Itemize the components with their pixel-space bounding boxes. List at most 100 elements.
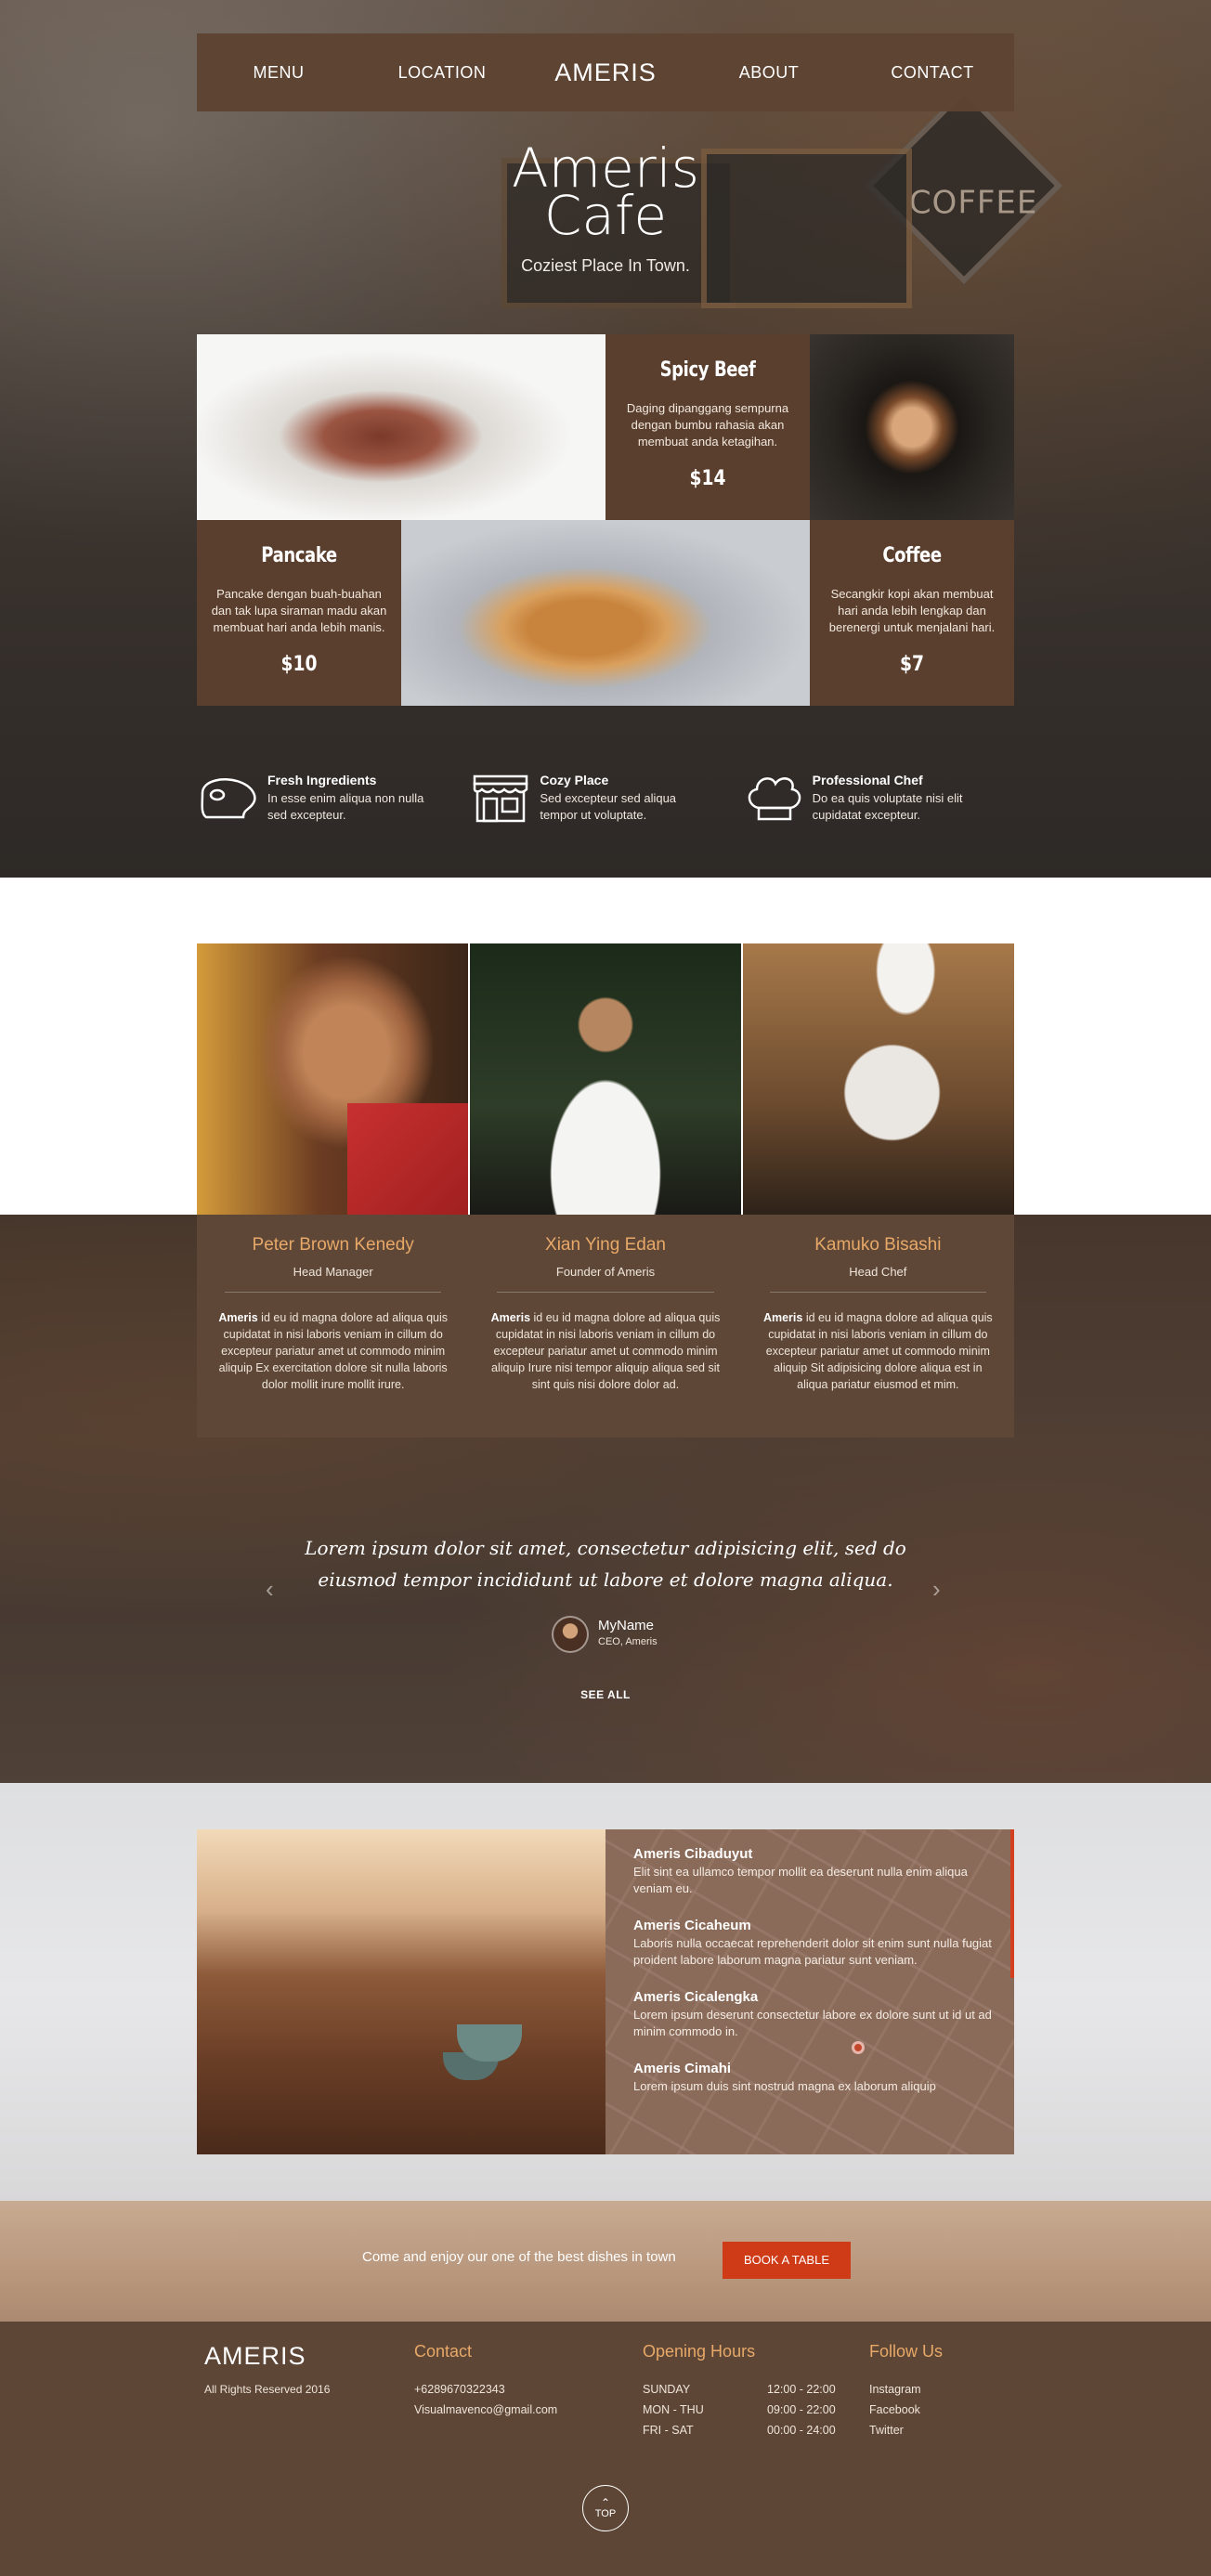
footer: AMERIS All Rights Reserved 2016 Contact … — [0, 2322, 1211, 2576]
footer-hours-title: Opening Hours — [643, 2342, 756, 2361]
features-row: Fresh Ingredients In esse enim aliqua no… — [197, 773, 1014, 825]
member-bio-brand: Ameris — [490, 1311, 531, 1324]
see-all-link[interactable]: SEE ALL — [0, 1688, 1211, 1701]
nav-logo[interactable]: AMERIS — [524, 59, 687, 87]
main-nav: MENU LOCATION AMERIS ABOUT CONTACT — [197, 33, 1014, 111]
shop-icon — [474, 774, 528, 823]
footer-copyright: All Rights Reserved 2016 — [204, 2383, 331, 2396]
menu-card-spicy-beef[interactable]: Spicy Beef Daging dipanggang sempurna de… — [606, 334, 810, 520]
member-name: Peter Brown Kenedy — [252, 1235, 414, 1255]
footer-phone[interactable]: +6289670322343 — [414, 2383, 505, 2396]
menu-item-price: $7 — [899, 653, 925, 676]
menu-card-pancake[interactable]: Pancake Pancake dengan buah-buahan dan t… — [197, 520, 401, 706]
location-item[interactable]: Ameris Cicaheum Laboris nulla occaecat r… — [633, 1918, 996, 1969]
menu-item-name: Coffee — [882, 544, 942, 567]
hours-time: 09:00 - 22:00 — [767, 2403, 836, 2416]
menu-card-coffee[interactable]: Coffee Secangkir kopi akan membuat hari … — [810, 520, 1014, 706]
chevron-up-icon: ⌃ — [600, 2496, 611, 2509]
menu-item-description: Secangkir kopi akan membuat hari anda le… — [828, 587, 996, 634]
location-item[interactable]: Ameris Cimahi Lorem ipsum duis sint nost… — [633, 2061, 996, 2095]
location-text: Elit sint ea ullamco tempor mollit ea de… — [633, 1865, 968, 1895]
feature-cozy-place: Cozy Place Sed excepteur sed aliqua temp… — [469, 773, 741, 825]
team-card: Peter Brown Kenedy Head Manager Ameris i… — [197, 1215, 1014, 1438]
feature-text: Do ea quis voluptate nisi elit cupidatat… — [812, 791, 963, 822]
member-bio: Ameris id eu id magna dolore ad aliqua q… — [486, 1309, 724, 1393]
feature-fresh-ingredients: Fresh Ingredients In esse enim aliqua no… — [197, 773, 469, 825]
footer-logo[interactable]: AMERIS — [204, 2342, 306, 2371]
menu-item-price: $14 — [689, 467, 726, 490]
location-text: Laboris nulla occaecat reprehenderit dol… — [633, 1936, 992, 1967]
menu-item-name: Pancake — [261, 544, 337, 567]
nav-contact[interactable]: CONTACT — [851, 63, 1014, 83]
feature-professional-chef: Professional Chef Do ea quis voluptate n… — [742, 773, 1014, 825]
menu-item-description: Daging dipanggang sempurna dengan bumbu … — [626, 401, 789, 449]
social-facebook[interactable]: Facebook — [869, 2403, 920, 2416]
divider — [497, 1292, 714, 1293]
testimonial-quote: Lorem ipsum dolor sit amet, consectetur … — [0, 1532, 1211, 1595]
member-role: Head Manager — [293, 1265, 373, 1279]
hours-time: 12:00 - 22:00 — [767, 2383, 836, 2396]
testimonial-author: MyName — [598, 1618, 655, 1633]
nav-location[interactable]: LOCATION — [360, 63, 524, 83]
back-to-top-button[interactable]: ⌃ TOP — [582, 2485, 629, 2531]
menu-item-description: Pancake dengan buah-buahan dan tak lupa … — [211, 587, 387, 634]
footer-contact-title: Contact — [414, 2342, 473, 2361]
member-bio-brand: Ameris — [218, 1311, 258, 1324]
location-name: Ameris Cicaheum — [633, 1918, 751, 1933]
hours-days: FRI - SAT — [643, 2424, 694, 2437]
divider — [769, 1292, 986, 1293]
social-twitter[interactable]: Twitter — [869, 2424, 904, 2437]
social-instagram[interactable]: Instagram — [869, 2383, 921, 2396]
team-photo-peter — [197, 943, 468, 1215]
avatar — [552, 1616, 589, 1653]
cafe-table-image — [197, 1829, 606, 2154]
member-bio: Ameris id eu id magna dolore ad aliqua q… — [214, 1309, 452, 1393]
hero-title-line2: Cafe — [543, 184, 668, 247]
footer-follow-title: Follow Us — [869, 2342, 944, 2361]
location-map[interactable]: Ameris Cibaduyut Elit sint ea ullamco te… — [606, 1829, 1014, 2154]
location-item[interactable]: Ameris Cibaduyut Elit sint ea ullamco te… — [633, 1846, 996, 1897]
team-photo-xian — [470, 943, 741, 1215]
location-item[interactable]: Ameris Cicalengka Lorem ipsum deserunt c… — [633, 1989, 996, 2040]
nav-about[interactable]: ABOUT — [687, 63, 851, 83]
spicy-beef-image — [197, 334, 606, 520]
menu-grid: Spicy Beef Daging dipanggang sempurna de… — [197, 334, 1014, 706]
hero-section: COFFEE MENU LOCATION AMERIS ABOUT CONTAC… — [0, 0, 1211, 878]
location-name: Ameris Cicalengka — [633, 1989, 759, 2005]
booking-banner: Come and enjoy our one of the best dishe… — [0, 2201, 1211, 2322]
location-text: Lorem ipsum deserunt consectetur labore … — [633, 2008, 992, 2038]
hours-days: MON - THU — [643, 2403, 704, 2416]
member-bio-brand: Ameris — [762, 1311, 803, 1324]
member-bio: Ameris id eu id magna dolore ad aliqua q… — [759, 1309, 997, 1393]
team-member: Peter Brown Kenedy Head Manager Ameris i… — [197, 1215, 469, 1438]
location-list: Ameris Cibaduyut Elit sint ea ullamco te… — [633, 1846, 996, 2115]
feature-title: Cozy Place — [540, 773, 609, 787]
member-name: Xian Ying Edan — [545, 1235, 666, 1255]
hours-days: SUNDAY — [643, 2383, 691, 2396]
feature-text: In esse enim aliqua non nulla sed except… — [267, 791, 424, 822]
testimonial-position: CEO, Ameris — [598, 1636, 658, 1647]
member-role: Head Chef — [849, 1265, 907, 1279]
hours-time: 00:00 - 24:00 — [767, 2424, 836, 2437]
footer-email[interactable]: Visualmavenco@gmail.com — [414, 2403, 557, 2416]
next-arrow-icon[interactable]: › — [932, 1575, 941, 1604]
member-name: Kamuko Bisashi — [814, 1235, 942, 1255]
location-name: Ameris Cimahi — [633, 2061, 732, 2076]
divider — [225, 1292, 442, 1293]
quote-line2: eiusmod tempor incididunt ut labore et d… — [318, 1568, 893, 1591]
feature-title: Fresh Ingredients — [267, 773, 377, 787]
hero-subtitle: Coziest Place In Town. — [521, 256, 690, 275]
feature-title: Professional Chef — [812, 773, 923, 787]
menu-item-price: $10 — [280, 653, 318, 676]
coffee-image — [810, 334, 1014, 520]
team-photo-kamuko — [743, 943, 1014, 1215]
prev-arrow-icon[interactable]: ‹ — [266, 1575, 274, 1604]
quote-line1: Lorem ipsum dolor sit amet, consectetur … — [305, 1537, 906, 1559]
member-role: Founder of Ameris — [555, 1265, 656, 1279]
meat-icon — [201, 778, 256, 819]
book-table-button[interactable]: BOOK A TABLE — [723, 2242, 851, 2279]
nav-menu[interactable]: MENU — [197, 63, 360, 83]
chef-hat-icon — [748, 777, 801, 821]
location-text: Lorem ipsum duis sint nostrud magna ex l… — [633, 2079, 936, 2093]
team-member: Kamuko Bisashi Head Chef Ameris id eu id… — [742, 1215, 1014, 1438]
